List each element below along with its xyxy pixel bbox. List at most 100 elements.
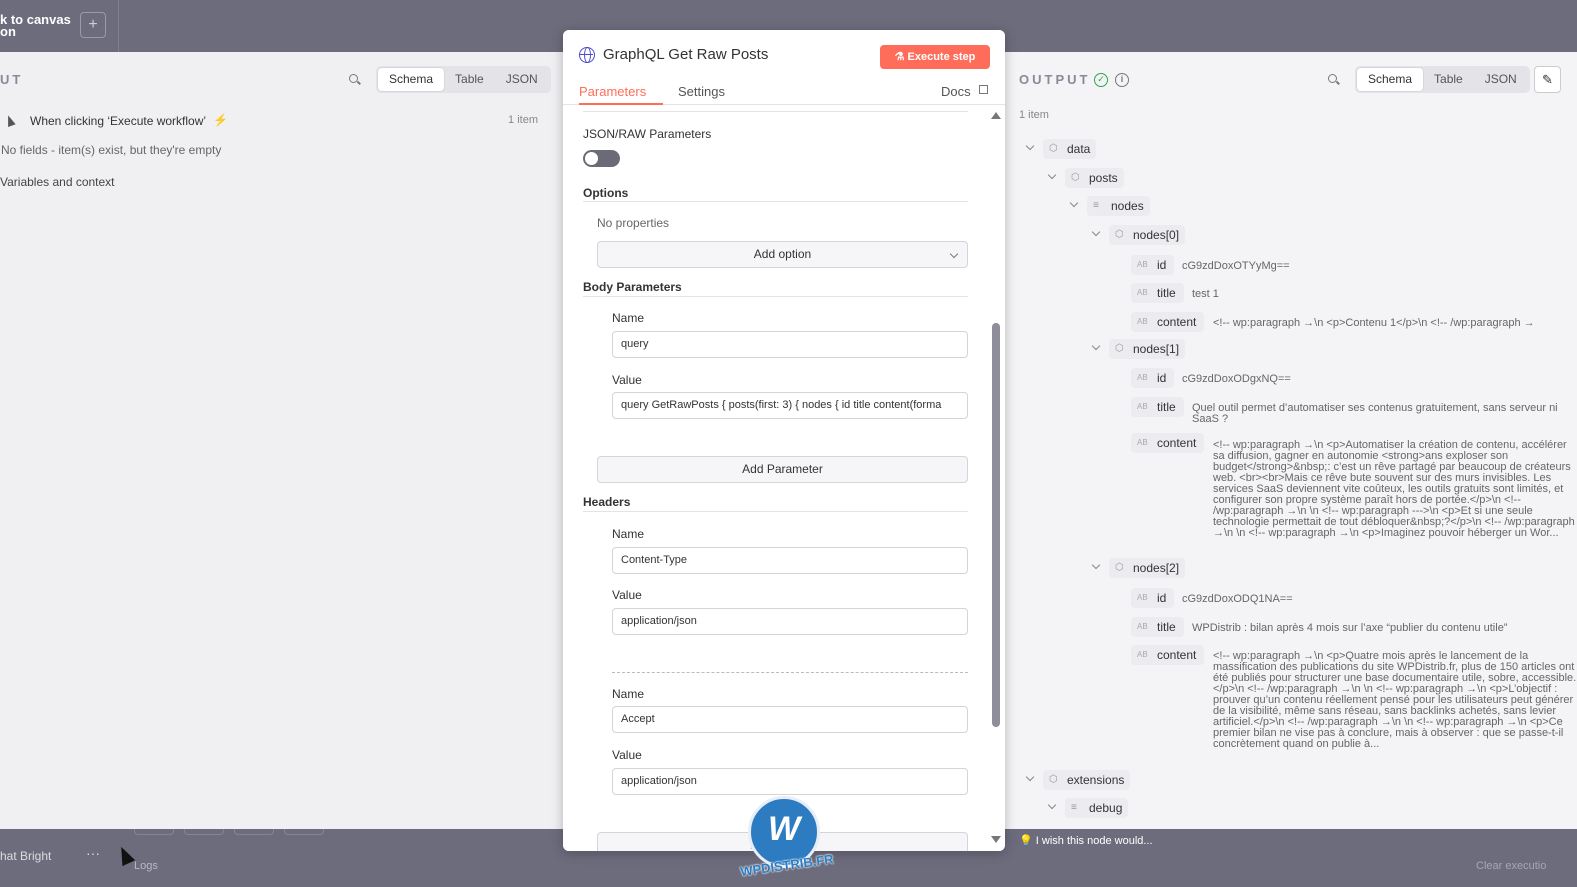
output-panel: OUTPUT ✓ i Schema Table JSON ✎ 1 item ⬡ d… (1005, 52, 1577, 829)
chevron-down-icon (949, 249, 959, 259)
trigger-item-count: 1 item (508, 114, 538, 126)
json-raw-label: JSON/RAW Parameters (583, 127, 712, 141)
bottom-tab[interactable] (184, 829, 224, 835)
cursor-pointer-icon (4, 113, 16, 128)
tree-key-nodes-0: ⬡ nodes[0] (1109, 225, 1186, 245)
output-tab-table[interactable]: Table (1423, 68, 1474, 91)
globe-icon (579, 47, 595, 63)
input-tab-table[interactable]: Table (444, 68, 495, 91)
field-value-content: <!-- wp:paragraph →\n <p>Automatiser la … (1213, 439, 1575, 539)
bolt-icon: ⚡ (213, 113, 228, 127)
clear-execution-button[interactable]: Clear executio (1476, 860, 1546, 872)
json-raw-toggle[interactable] (583, 150, 620, 167)
tree-key-label: extensions (1067, 773, 1125, 787)
body-param-name-input[interactable]: query (612, 331, 968, 358)
field-key-title[interactable]: AB title (1131, 617, 1184, 637)
output-item-count: 1 item (1019, 109, 1049, 121)
more-options-icon[interactable]: ··· (86, 845, 100, 861)
divider (583, 296, 968, 297)
input-panel: UT Schema Table JSON When clicking ‘Exec… (0, 52, 563, 829)
tree-key-label: nodes[1] (1133, 342, 1180, 356)
watermark-logo: W WPDISTRIB.FR (739, 796, 834, 887)
string-type-icon: AB (1137, 438, 1148, 447)
field-key-id[interactable]: AB id (1131, 368, 1175, 388)
field-key-id[interactable]: AB id (1131, 255, 1175, 275)
input-tab-schema[interactable]: Schema (378, 68, 445, 91)
header-name-input[interactable]: Accept (612, 706, 968, 733)
back-to-canvas-link-line2[interactable]: on (0, 24, 16, 39)
empty-fields-message: No fields - item(s) exist, but they're e… (1, 143, 222, 157)
string-type-icon: AB (1137, 622, 1148, 631)
object-icon: ⬡ (1049, 774, 1058, 785)
add-option-select[interactable]: Add option (597, 241, 968, 268)
body-param-value-input[interactable]: query GetRawPosts { posts(first: 3) { no… (612, 392, 968, 419)
chevron-down-icon[interactable] (1091, 227, 1101, 237)
scroll-down-arrow[interactable] (991, 836, 1001, 843)
trigger-node-row[interactable]: When clicking ‘Execute workflow’ ⚡ 1 ite… (0, 113, 553, 130)
edit-output-button[interactable]: ✎ (1534, 66, 1561, 93)
logs-tab[interactable]: Logs (134, 860, 158, 872)
chevron-down-icon[interactable] (1025, 772, 1035, 782)
tab-settings[interactable]: Settings (678, 84, 725, 99)
chevron-down-icon[interactable] (1025, 141, 1035, 151)
field-key-content[interactable]: AB content (1131, 645, 1205, 665)
bottom-tab[interactable] (134, 829, 174, 835)
tree-key-extensions: ⬡ extensions (1043, 770, 1131, 790)
field-value-title: Quel outil permet d’automatiser ses cont… (1192, 402, 1558, 425)
header-name-input[interactable]: Content-Type (612, 547, 968, 574)
input-view-toggle: Schema Table JSON (376, 66, 551, 93)
feedback-prompt-label: I wish this node would... (1035, 835, 1153, 847)
field-value-title: test 1 (1192, 288, 1219, 300)
chevron-down-icon[interactable] (1069, 198, 1079, 208)
header-value-label: Value (612, 748, 642, 762)
info-icon[interactable]: i (1115, 73, 1129, 87)
node-title[interactable]: GraphQL Get Raw Posts (603, 46, 768, 63)
node-settings-modal: GraphQL Get Raw Posts ⚗ Execute step Par… (563, 30, 1005, 851)
field-key-content[interactable]: AB content (1131, 433, 1205, 453)
bottom-tab[interactable] (234, 829, 274, 835)
field-value-id: cG9zdDoxODQ1NA== (1182, 593, 1293, 605)
string-type-icon: AB (1137, 317, 1148, 326)
header-separator (612, 672, 968, 673)
body-param-value-label: Value (612, 373, 642, 387)
scroll-up-arrow[interactable] (991, 112, 1001, 119)
field-key-title[interactable]: AB title (1131, 283, 1184, 303)
trigger-node-label: When clicking ‘Execute workflow’ (30, 114, 207, 128)
add-parameter-button[interactable]: Add Parameter (597, 456, 968, 483)
scrollbar-thumb[interactable] (992, 323, 1000, 727)
active-tab-indicator (579, 103, 663, 105)
add-node-button[interactable]: + (80, 12, 106, 38)
feedback-prompt[interactable]: 💡 I wish this node would... (1019, 834, 1153, 847)
field-value-id: cG9zdDoxODgxNQ== (1182, 373, 1291, 385)
tree-key-label: posts (1089, 171, 1118, 185)
docs-link[interactable]: Docs (941, 84, 971, 99)
tab-parameters[interactable]: Parameters (579, 84, 646, 99)
header-value-input[interactable]: application/json (612, 768, 968, 795)
field-value-content: <!-- wp:paragraph →\n <p>Quatre mois apr… (1213, 650, 1577, 750)
output-tab-schema[interactable]: Schema (1357, 68, 1424, 91)
chevron-down-icon[interactable] (1091, 341, 1101, 351)
field-value-title: WPDistrib : bilan après 4 mois sur l’axe… (1192, 622, 1508, 634)
chevron-down-icon[interactable] (1091, 560, 1101, 570)
search-icon[interactable] (1328, 74, 1340, 86)
chevron-down-icon[interactable] (1047, 170, 1057, 180)
divider (583, 511, 968, 512)
execute-step-button[interactable]: ⚗ Execute step (880, 45, 990, 69)
chevron-down-icon[interactable] (1047, 800, 1057, 810)
input-tab-json[interactable]: JSON (495, 68, 549, 91)
field-key-id[interactable]: AB id (1131, 588, 1175, 608)
variables-context-toggle[interactable]: Variables and context (0, 175, 115, 189)
field-key-label: id (1157, 371, 1167, 385)
chat-label[interactable]: hat Bright (0, 849, 51, 863)
header-value-input[interactable]: application/json (612, 608, 968, 635)
field-key-label: title (1157, 620, 1176, 634)
topbar-divider (118, 0, 119, 52)
field-key-content[interactable]: AB content (1131, 312, 1205, 332)
search-icon[interactable] (349, 74, 361, 86)
field-key-title[interactable]: AB title (1131, 397, 1184, 417)
object-icon: ⬡ (1115, 562, 1124, 573)
output-tab-json[interactable]: JSON (1474, 68, 1528, 91)
bottom-tab[interactable] (284, 829, 324, 835)
body-param-name-label: Name (612, 311, 645, 325)
field-key-label: content (1157, 648, 1197, 662)
